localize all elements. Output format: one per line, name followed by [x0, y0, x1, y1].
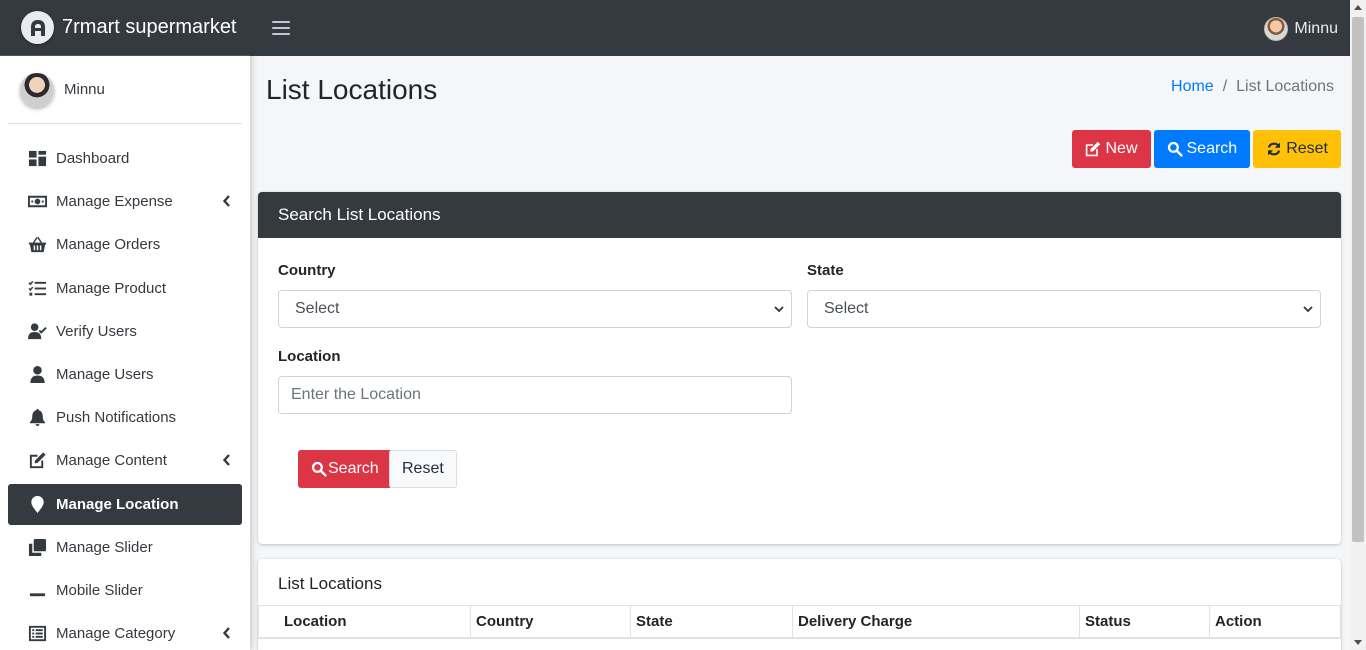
money-bill-icon	[26, 191, 48, 213]
column-header-delivery-charge[interactable]: Delivery Charge	[793, 606, 1080, 637]
sidebar-item-manage-product[interactable]: Manage Product	[8, 268, 242, 309]
column-header-state[interactable]: State	[631, 606, 793, 637]
chevron-down-icon	[774, 306, 784, 313]
sidebar-item-label: Manage Slider	[56, 538, 153, 556]
new-button[interactable]: New	[1072, 130, 1151, 168]
state-select[interactable]: Select	[807, 290, 1321, 328]
search-icon	[311, 461, 327, 477]
sidebar-item-label: Manage Category	[56, 625, 176, 643]
country-select-value: Select	[295, 300, 340, 317]
locations-table-header: Location Country State Delivery Charge S…	[258, 605, 1341, 639]
form-search-button-label: Search	[328, 460, 379, 477]
breadcrumb-current: List Locations	[1236, 78, 1334, 95]
user-icon	[26, 363, 48, 385]
user-panel[interactable]: Minnu	[8, 56, 242, 124]
sidebar-item-label: Mobile Slider	[56, 581, 143, 599]
bell-icon	[26, 407, 48, 429]
list-alt-icon	[26, 623, 48, 645]
sidebar-item-label: Manage Expense	[56, 193, 173, 211]
sidebar-menu: Dashboard Manage Expense Manage Orders M…	[8, 138, 242, 650]
minus-icon	[26, 579, 48, 601]
sidebar-item-label: Manage Content	[56, 452, 167, 470]
brand-link[interactable]: 7rmart supermarket	[0, 0, 250, 56]
search-icon	[1167, 141, 1183, 157]
edit-icon	[26, 450, 48, 472]
chevron-left-icon	[222, 453, 232, 467]
country-label: Country	[278, 262, 336, 279]
chevron-down-icon	[1303, 306, 1313, 313]
sidebar-item-label: Dashboard	[56, 150, 130, 167]
list-card-title: List Locations	[278, 574, 382, 593]
sidebar-item-label: Manage Product	[56, 279, 167, 297]
page-actions: New Search Reset	[1072, 130, 1341, 168]
user-avatar	[20, 72, 54, 107]
sidebar-user-name: Minnu	[64, 81, 105, 98]
refresh-icon	[1268, 142, 1281, 156]
clone-icon	[26, 536, 48, 558]
column-header-status[interactable]: Status	[1080, 606, 1210, 637]
user-check-icon	[26, 320, 48, 342]
navbar-avatar	[1264, 17, 1289, 41]
reset-button[interactable]: Reset	[1253, 130, 1341, 168]
brand-logo-icon	[21, 11, 54, 44]
form-search-button[interactable]: Search	[298, 450, 392, 488]
breadcrumb-separator: /	[1222, 78, 1228, 95]
state-select-value: Select	[824, 300, 869, 317]
sidebar-item-manage-content[interactable]: Manage Content	[8, 440, 242, 481]
chevron-left-icon	[222, 194, 232, 208]
sidebar: 7rmart supermarket Minnu Dashboard Manag…	[0, 0, 250, 650]
search-button-label: Search	[1186, 140, 1238, 157]
sidebar-item-push-notifications[interactable]: Push Notifications	[8, 397, 242, 438]
new-button-label: New	[1105, 140, 1138, 157]
sidebar-item-manage-expense[interactable]: Manage Expense	[8, 181, 242, 222]
shopping-basket-icon	[26, 234, 48, 256]
sidebar-item-verify-users[interactable]: Verify Users	[8, 311, 242, 352]
reset-button-label: Reset	[1286, 140, 1328, 157]
search-card-header: Search List Locations	[258, 192, 1341, 238]
menu-toggle-icon[interactable]	[272, 21, 290, 35]
form-reset-button-label: Reset	[402, 460, 444, 477]
tasks-icon	[26, 277, 48, 299]
top-navbar: Minnu	[250, 0, 1350, 56]
column-header-country[interactable]: Country	[471, 606, 631, 637]
chevron-left-icon	[222, 626, 232, 640]
sidebar-item-manage-orders[interactable]: Manage Orders	[8, 224, 242, 265]
form-reset-button[interactable]: Reset	[389, 450, 457, 488]
search-button[interactable]: Search	[1153, 130, 1251, 168]
list-card: List Locations Location Country State De…	[258, 559, 1341, 650]
sidebar-item-manage-users[interactable]: Manage Users	[8, 354, 242, 395]
sidebar-item-manage-slider[interactable]: Manage Slider	[8, 527, 242, 568]
main-content: List Locations Home / List Locations New…	[250, 56, 1350, 650]
sidebar-item-label: Manage Orders	[56, 236, 161, 254]
sidebar-item-label: Verify Users	[56, 322, 137, 340]
map-marker-icon	[26, 493, 48, 515]
location-label: Location	[278, 348, 341, 365]
search-card: Search List Locations Country Select Sta…	[258, 192, 1341, 544]
column-header-action[interactable]: Action	[1210, 606, 1341, 637]
navbar-user-menu[interactable]: Minnu	[1264, 17, 1338, 41]
country-select[interactable]: Select	[278, 290, 792, 328]
scroll-up-icon[interactable]	[1354, 5, 1362, 10]
brand-title: 7rmart supermarket	[62, 16, 237, 38]
location-input-placeholder: Enter the Location	[291, 386, 421, 403]
location-input[interactable]: Enter the Location	[278, 376, 792, 414]
breadcrumb-home-link[interactable]: Home	[1171, 78, 1214, 96]
edit-icon	[1086, 141, 1101, 157]
sidebar-item-manage-category[interactable]: Manage Category	[8, 613, 242, 650]
dashboard-icon	[26, 148, 48, 170]
page-title: List Locations	[266, 74, 438, 105]
sidebar-item-label: Manage Location	[56, 495, 179, 513]
scroll-down-icon[interactable]	[1354, 640, 1362, 645]
sidebar-item-mobile-slider[interactable]: Mobile Slider	[8, 570, 242, 611]
page-scrollbar[interactable]	[1350, 0, 1366, 650]
sidebar-item-manage-location[interactable]: Manage Location	[8, 483, 242, 525]
navbar-user-name: Minnu	[1294, 20, 1338, 37]
column-header-location[interactable]: Location	[258, 606, 471, 637]
sidebar-item-dashboard[interactable]: Dashboard	[8, 138, 242, 179]
state-label: State	[807, 262, 844, 279]
breadcrumb: Home / List Locations	[1171, 78, 1334, 96]
sidebar-item-label: Manage Users	[56, 365, 154, 383]
scroll-thumb[interactable]	[1352, 17, 1364, 542]
sidebar-item-label: Push Notifications	[56, 409, 177, 427]
